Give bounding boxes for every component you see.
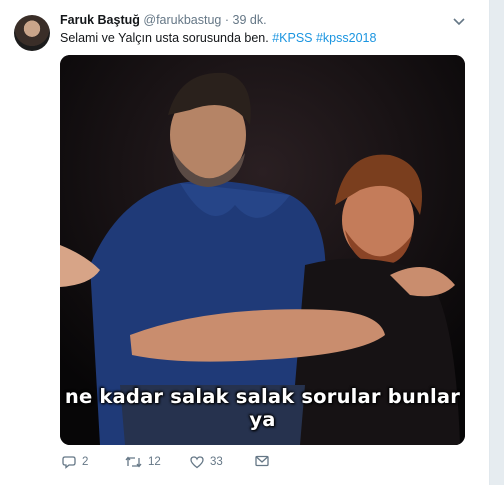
retweet-icon xyxy=(125,456,142,468)
like-button[interactable]: 33 xyxy=(190,455,223,469)
retweet-button[interactable]: 12 xyxy=(125,455,161,469)
reply-icon xyxy=(62,456,76,469)
author-fullname[interactable]: Faruk Baştuğ xyxy=(60,13,140,27)
chevron-down-icon[interactable] xyxy=(452,14,466,28)
reply-button[interactable]: 2 xyxy=(62,455,88,469)
header-separator: · xyxy=(224,13,230,27)
tweet-card[interactable]: Faruk Baştuğ @farukbastug · 39 dk. Selam… xyxy=(0,0,490,485)
tweet-media-photo[interactable]: ne kadar salak salak sorular bunlar ya xyxy=(60,55,465,445)
tweet-header: Faruk Baştuğ @farukbastug · 39 dk. xyxy=(60,13,267,27)
tweet-text-body: Selami ve Yalçın usta sorusunda ben. xyxy=(60,31,269,45)
media-caption: ne kadar salak salak sorular bunlar ya xyxy=(64,385,461,431)
author-username[interactable]: @farukbastug xyxy=(143,13,221,27)
tweet-timestamp[interactable]: 39 dk. xyxy=(233,13,267,27)
reply-count: 2 xyxy=(82,456,89,468)
tweet-text: Selami ve Yalçın usta sorusunda ben. #KP… xyxy=(60,31,376,45)
hashtag-kpss2018[interactable]: #kpss2018 xyxy=(316,31,376,45)
hashtag-kpss[interactable]: #KPSS xyxy=(272,31,312,45)
retweet-count: 12 xyxy=(148,456,161,468)
like-count: 33 xyxy=(210,456,223,468)
avatar[interactable] xyxy=(14,15,50,51)
direct-message-button[interactable] xyxy=(255,455,275,467)
heart-icon xyxy=(190,456,204,469)
envelope-icon xyxy=(255,455,269,467)
